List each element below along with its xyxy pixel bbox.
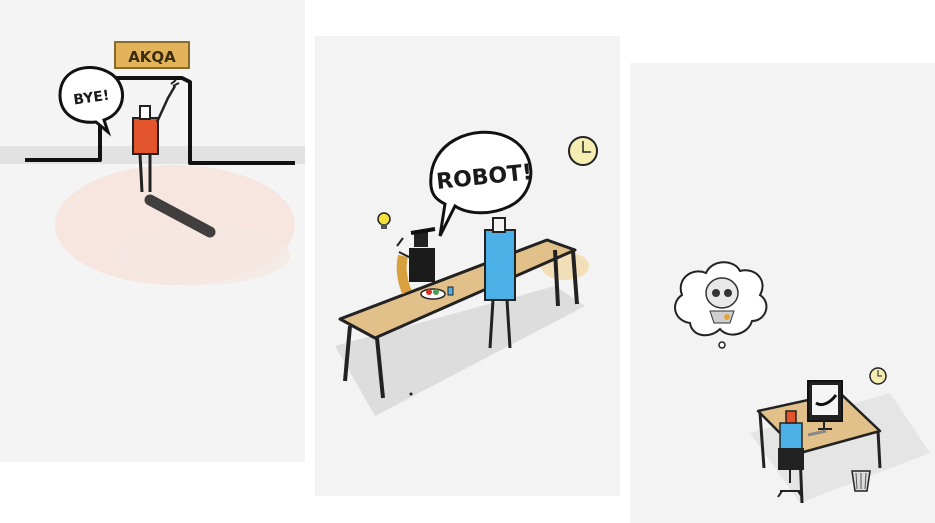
robot-body [709,310,735,324]
cup [447,286,454,296]
robot-eye-right [724,289,732,297]
leaving-office-illustration: AKQA BYE! [0,41,305,285]
thought-dot [718,341,726,349]
robot-eye-left [712,289,720,297]
office-table-illustration: ROBOT! [335,130,598,416]
plate [420,288,446,300]
lightbulb-base [381,224,387,229]
seated-person-body [409,248,435,282]
panel-leaving-office: AKQA BYE! [0,0,305,462]
raised-finger [396,237,412,259]
person-head [139,105,151,120]
chair-back [396,254,412,295]
floor-dot [409,392,413,396]
food-red [426,289,432,295]
akqa-sign-text: AKQA [128,48,176,66]
person-orange-shirt [132,117,159,155]
desk-daydream-illustration [674,261,930,504]
worker-head [785,410,797,424]
office-chair [778,448,804,470]
robot-head-icon [705,277,739,309]
blue-figure-body [484,229,516,301]
lightbulb-icon [377,212,391,226]
blue-figure-head [492,217,506,233]
robot-chest-light [724,314,730,320]
monitor-screen [812,385,838,415]
floor-shadow-light [110,225,290,285]
person-waving-arm [155,85,177,123]
waving-hand [170,79,180,87]
cap [410,227,436,235]
panel-desk-daydream [630,63,935,523]
food-green [433,289,439,295]
seated-person-head [414,232,428,247]
panel-office-table: ROBOT! [315,36,620,496]
